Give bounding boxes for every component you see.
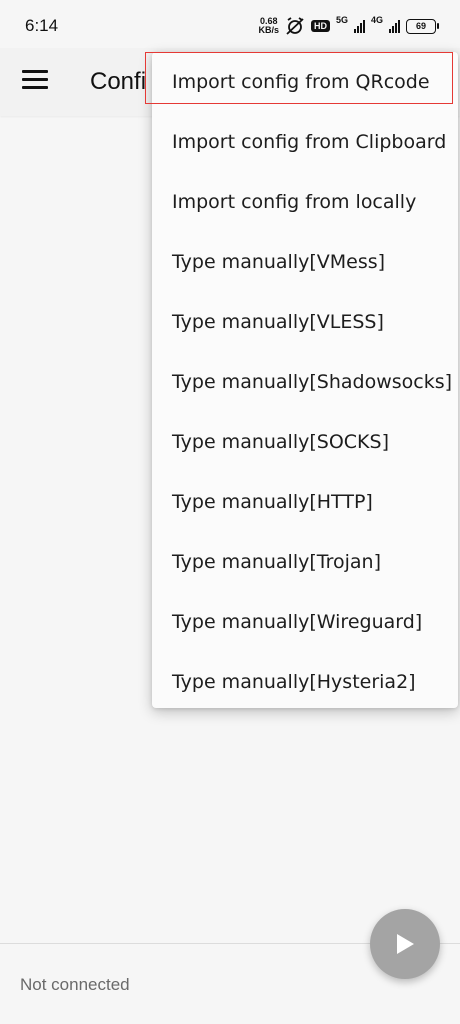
battery-level: 69 <box>415 21 426 31</box>
status-time: 6:14 <box>25 16 59 35</box>
status-bar: 6:14 0.68 KB/s HD 5G 4G 69 <box>0 0 460 48</box>
add-config-dropdown-menu: Import config from QRcode Import config … <box>152 52 458 708</box>
page-title: Confi <box>90 68 147 95</box>
signal-4g-icon <box>389 19 400 33</box>
play-icon <box>397 934 414 954</box>
menu-item-import-locally[interactable]: Import config from locally <box>152 172 458 232</box>
menu-item-type-trojan[interactable]: Type manually[Trojan] <box>152 532 458 592</box>
menu-item-type-vmess[interactable]: Type manually[VMess] <box>152 232 458 292</box>
menu-item-type-wireguard[interactable]: Type manually[Wireguard] <box>152 592 458 652</box>
menu-item-type-http[interactable]: Type manually[HTTP] <box>152 472 458 532</box>
menu-item-type-hysteria2[interactable]: Type manually[Hysteria2] <box>152 652 458 712</box>
menu-item-type-vless[interactable]: Type manually[VLESS] <box>152 292 458 352</box>
menu-item-type-socks[interactable]: Type manually[SOCKS] <box>152 412 458 472</box>
network-speed-unit: KB/s <box>258 25 279 35</box>
start-connection-button[interactable] <box>370 909 440 979</box>
hamburger-menu-icon[interactable] <box>22 70 48 92</box>
network-5g-label: 5G <box>335 15 348 25</box>
status-icons: 0.68 KB/s HD 5G 4G 69 <box>258 14 439 38</box>
connection-status-text: Not connected <box>20 975 130 994</box>
network-speed: 0.68 KB/s <box>258 17 279 35</box>
hd-badge: HD <box>310 20 330 32</box>
alarm-off-icon <box>286 17 304 35</box>
network-4g-label: 4G <box>370 15 383 25</box>
menu-item-type-shadowsocks[interactable]: Type manually[Shadowsocks] <box>152 352 458 412</box>
signal-5g-icon <box>353 19 365 33</box>
battery-icon: 69 <box>406 18 439 34</box>
menu-item-import-clipboard[interactable]: Import config from Clipboard <box>152 112 458 172</box>
menu-item-import-qrcode[interactable]: Import config from QRcode <box>152 52 458 112</box>
